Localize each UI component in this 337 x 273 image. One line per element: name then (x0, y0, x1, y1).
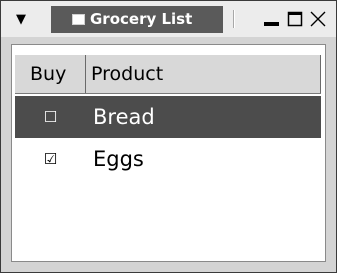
column-header-buy[interactable]: Buy (15, 55, 86, 93)
maximize-button[interactable] (284, 9, 306, 29)
table-header: Buy Product (15, 55, 321, 94)
maximize-icon (287, 11, 303, 27)
checkbox-checked-icon: ☑ (43, 150, 58, 168)
title-separator (233, 10, 235, 28)
window-title: Grocery List (90, 10, 193, 28)
triangle-down-icon: ▼ (16, 11, 26, 27)
minimize-button[interactable] (261, 9, 283, 29)
column-header-product[interactable]: Product (86, 55, 321, 93)
buy-checkbox[interactable]: ☐ (15, 108, 86, 126)
table-row[interactable]: ☑ Eggs (15, 138, 321, 180)
close-icon (310, 11, 326, 27)
app-window: ▼ Grocery List Buy Product ☐ Bread ☑ Egg… (0, 0, 337, 273)
window-app-icon (72, 14, 85, 25)
table-row[interactable]: ☐ Bread (15, 96, 321, 138)
buy-checkbox[interactable]: ☑ (15, 150, 86, 168)
window-menu-button[interactable]: ▼ (9, 10, 33, 28)
close-button[interactable] (307, 9, 329, 29)
product-cell: Bread (93, 105, 155, 129)
checkbox-unchecked-icon: ☐ (43, 108, 58, 126)
product-cell: Eggs (93, 147, 144, 171)
window-title-tab[interactable]: Grocery List (51, 6, 223, 33)
title-bar[interactable]: ▼ Grocery List (1, 1, 336, 37)
minimize-icon (264, 22, 279, 26)
